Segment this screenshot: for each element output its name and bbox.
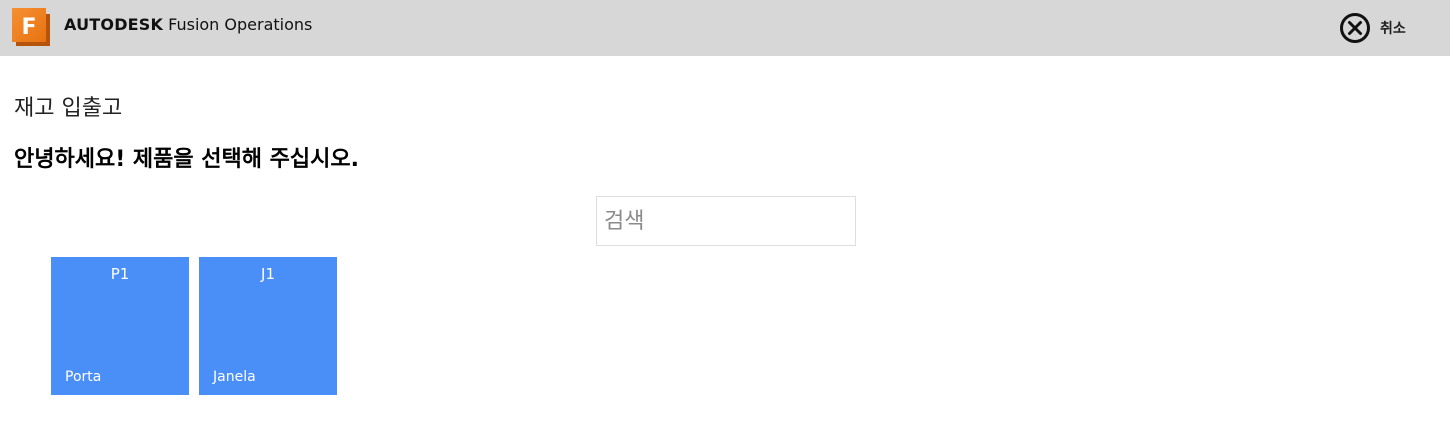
product-code: P1 bbox=[110, 265, 130, 283]
product-name: Porta bbox=[65, 369, 102, 385]
product-name: Janela bbox=[213, 369, 256, 385]
cancel-label: 취소 bbox=[1380, 21, 1406, 37]
product-tile-janela[interactable]: J1 Janela bbox=[199, 257, 337, 395]
brand-product: Fusion Operations bbox=[168, 15, 313, 34]
cancel-button[interactable]: 취소 bbox=[1338, 11, 1406, 45]
logo-letter: F bbox=[21, 15, 36, 40]
product-code: J1 bbox=[261, 265, 275, 283]
search-input[interactable] bbox=[596, 196, 856, 246]
product-tile-porta[interactable]: P1 Porta bbox=[51, 257, 189, 395]
top-bar: F AUTODESK Fusion Operations 취소 bbox=[0, 0, 1450, 56]
brand-title: AUTODESK Fusion Operations bbox=[64, 15, 312, 39]
close-circle-icon bbox=[1340, 13, 1370, 43]
product-tile-list: P1 Porta J1 Janela bbox=[51, 257, 337, 395]
fusion-f-logo-icon: F bbox=[12, 8, 50, 46]
brand-autodesk: AUTODESK bbox=[64, 15, 164, 34]
page-title: 재고 입출고 bbox=[14, 96, 123, 121]
greeting-heading: 안녕하세요! 제품을 선택해 주십시오. bbox=[14, 147, 359, 172]
